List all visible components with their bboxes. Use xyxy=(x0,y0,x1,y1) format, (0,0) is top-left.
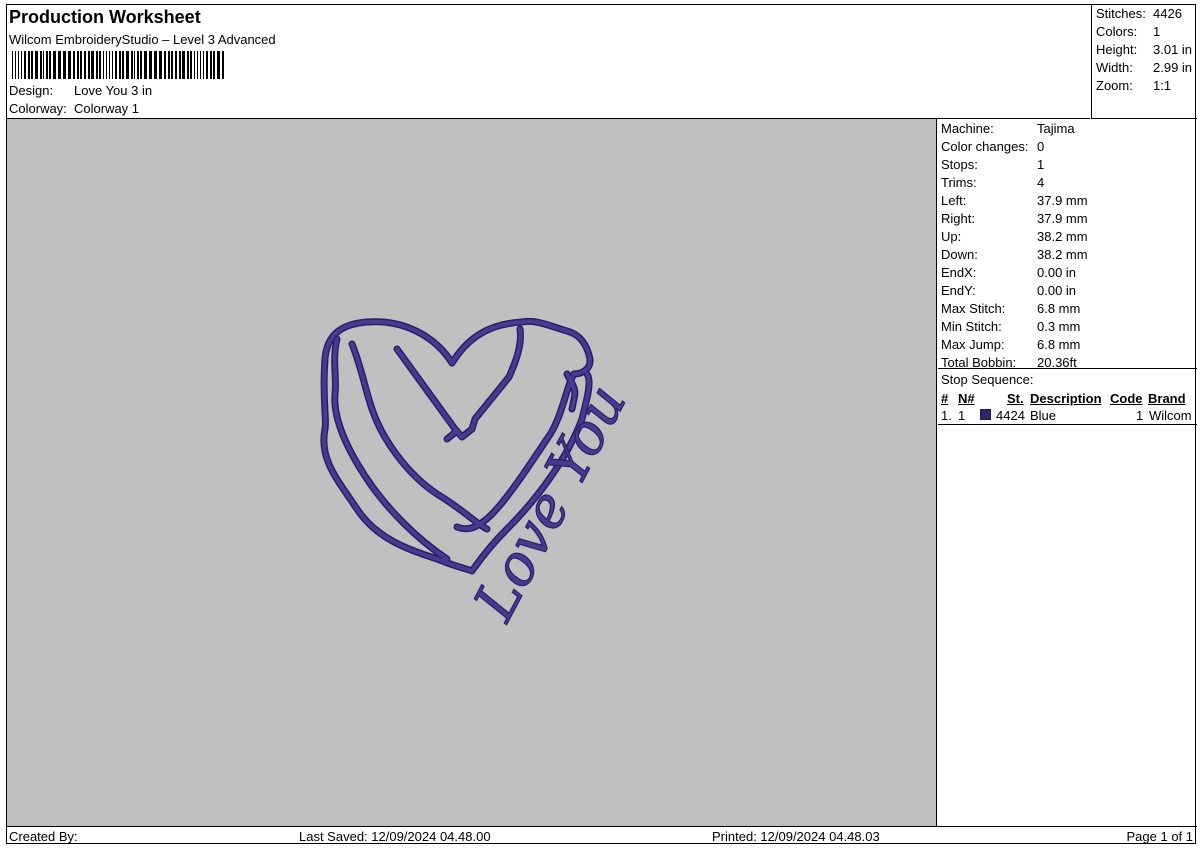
machine-info-label: Right: xyxy=(941,211,975,226)
machine-info-row: Stops: 1 xyxy=(941,157,1044,175)
design-preview: Love You xyxy=(7,119,937,826)
col-header-code: Code xyxy=(1110,391,1143,406)
printed-date: Printed: 12/09/2024 04.48.03 xyxy=(712,829,880,844)
worksheet: Production Worksheet Wilcom EmbroiderySt… xyxy=(6,4,1197,845)
machine-info-value: 37.9 mm xyxy=(1037,211,1088,226)
machine-info-row: Up: 38.2 mm xyxy=(941,229,1088,247)
stop-sequence-panel: Stop Sequence: # N# St. Description Code… xyxy=(938,370,1197,425)
machine-info-label: Stops: xyxy=(941,157,978,172)
page-number: Page 1 of 1 xyxy=(1126,829,1194,844)
machine-info-value: 38.2 mm xyxy=(1037,247,1088,262)
machine-info-value: Tajima xyxy=(1037,121,1075,136)
summary-row: Colors: 1 xyxy=(1096,24,1161,39)
design-value: Love You 3 in xyxy=(74,83,153,98)
col-header-description: Description xyxy=(1030,391,1102,406)
machine-info-value: 38.2 mm xyxy=(1037,229,1088,244)
machine-info-value: 0 xyxy=(1037,139,1045,154)
machine-info-value: 0.00 in xyxy=(1037,283,1077,298)
machine-info-row: EndX: 0.00 in xyxy=(941,265,1076,283)
machine-info-row: Machine: Tajima xyxy=(941,121,1075,139)
colorway-row: Colorway: Colorway 1 xyxy=(9,101,139,116)
design-row: Design: Love You 3 in xyxy=(9,83,152,98)
machine-info-row: Color changes: 0 xyxy=(941,139,1044,157)
design-label: Design: xyxy=(9,83,54,98)
summary-row: Height: 3.01 in xyxy=(1096,42,1193,57)
machine-info-label: EndY: xyxy=(941,283,976,298)
machine-info-row: Down: 38.2 mm xyxy=(941,247,1088,265)
software-name: Wilcom EmbroideryStudio – Level 3 Advanc… xyxy=(9,32,276,47)
machine-info-row: Max Stitch: 6.8 mm xyxy=(941,301,1080,319)
created-by: Created By: xyxy=(9,829,78,844)
machine-info-value: 20.36ft xyxy=(1037,355,1077,370)
machine-info-value: 0.3 mm xyxy=(1037,319,1081,334)
machine-info-row: EndY: 0.00 in xyxy=(941,283,1076,301)
stop-row-brand: Wilcom xyxy=(1149,408,1192,423)
worksheet-title: Production Worksheet xyxy=(9,7,201,27)
summary-row: Width: 2.99 in xyxy=(1096,60,1193,75)
last-saved: Last Saved: 12/09/2024 04.48.00 xyxy=(299,829,491,844)
machine-info-value: 6.8 mm xyxy=(1037,301,1081,316)
machine-info-label: Machine: xyxy=(941,121,994,136)
design-summary: Stitches: 4426 Colors: 1 Height: 3.01 in Wi… xyxy=(1091,5,1197,119)
machine-info-value: 6.8 mm xyxy=(1037,337,1081,352)
thread-color-swatch xyxy=(980,409,991,420)
machine-info-row: Min Stitch: 0.3 mm xyxy=(941,319,1080,337)
machine-info-panel: Machine: Tajima Color changes: 0 Stops: 1 Trim… xyxy=(938,119,1197,370)
machine-info-value: 4 xyxy=(1037,175,1045,190)
col-header-brand: Brand xyxy=(1148,391,1186,406)
machine-info-row: Max Jump: 6.8 mm xyxy=(941,337,1080,355)
col-header-num: # xyxy=(941,391,949,406)
machine-info-label: Trims: xyxy=(941,175,977,190)
summary-row: Stitches: 4426 xyxy=(1096,6,1182,21)
colorway-value: Colorway 1 xyxy=(74,101,140,116)
worksheet-header: Production Worksheet Wilcom EmbroiderySt… xyxy=(7,5,1090,119)
machine-info-label: Down: xyxy=(941,247,978,262)
stop-row-code: 1 xyxy=(1136,408,1144,423)
stop-sequence-title: Stop Sequence: xyxy=(941,372,1034,387)
machine-info-value: 37.9 mm xyxy=(1037,193,1088,208)
stop-row-description: Blue xyxy=(1030,408,1057,423)
machine-info-label: Left: xyxy=(941,193,967,208)
stop-row-num: 1. xyxy=(941,408,952,423)
machine-info-value: 1 xyxy=(1037,157,1045,172)
col-header-needle: N# xyxy=(958,391,975,406)
stop-row-needle: 1 xyxy=(958,408,966,423)
machine-info-label: Max Stitch: xyxy=(941,301,1006,316)
stop-row-stitches: 4424 xyxy=(996,408,1025,423)
design-script-text: Love You xyxy=(462,375,640,632)
machine-info-row: Trims: 4 xyxy=(941,175,1044,193)
col-header-stitches: St. xyxy=(1007,391,1024,406)
machine-info-label: Up: xyxy=(941,229,962,244)
machine-info-label: Max Jump: xyxy=(941,337,1005,352)
machine-info-label: EndX: xyxy=(941,265,977,280)
colorway-label: Colorway: xyxy=(9,101,67,116)
machine-info-label: Color changes: xyxy=(941,139,1029,154)
machine-info-label: Min Stitch: xyxy=(941,319,1002,334)
machine-info-value: 0.00 in xyxy=(1037,265,1077,280)
barcode xyxy=(12,51,224,79)
machine-info-row: Left: 37.9 mm xyxy=(941,193,1088,211)
machine-info-label: Total Bobbin: xyxy=(941,355,1017,370)
summary-row: Zoom: 1:1 xyxy=(1096,78,1172,93)
embroidery-design: Love You xyxy=(320,317,640,632)
worksheet-footer: Created By: Last Saved: 12/09/2024 04.48… xyxy=(7,826,1197,845)
machine-info-row: Right: 37.9 mm xyxy=(941,211,1088,229)
